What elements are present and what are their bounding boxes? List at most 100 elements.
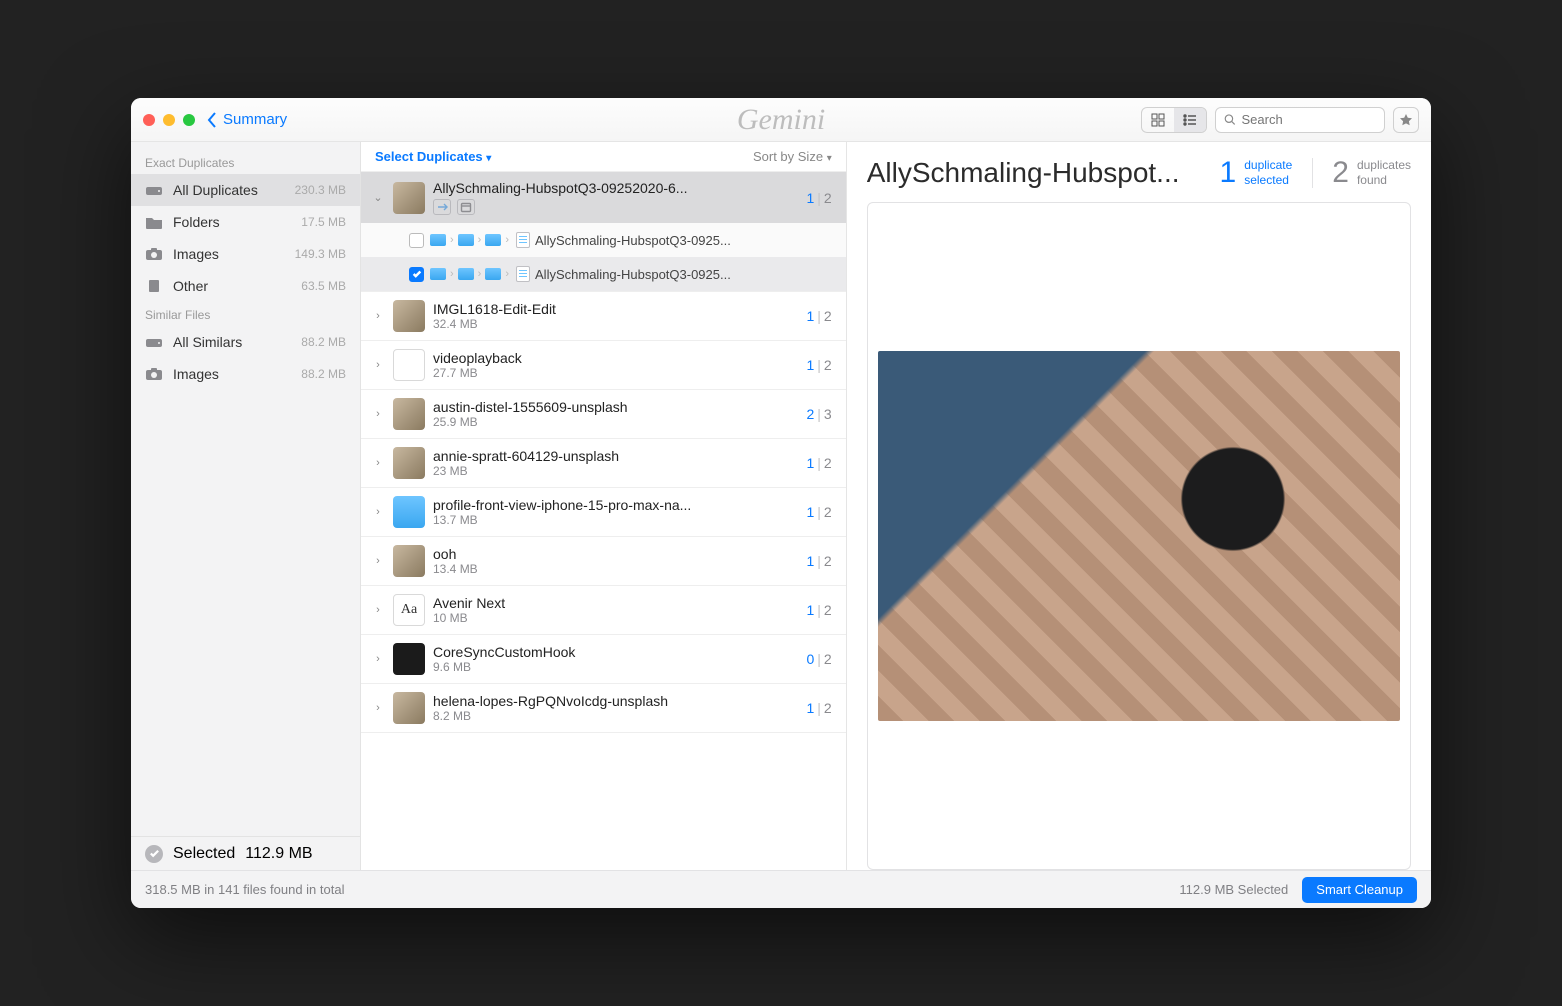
sidebar-section-header: Similar Files	[131, 302, 360, 326]
duplicate-group: ›AaAvenir Next10 MB1|2	[361, 586, 846, 635]
group-thumbnail	[393, 692, 425, 724]
duplicate-group: ›profile-front-view-iphone-15-pro-max-na…	[361, 488, 846, 537]
group-thumbnail	[393, 545, 425, 577]
maximize-window-button[interactable]	[183, 114, 195, 126]
main: Select Duplicates ▾ Sort by Size ▾ ⌄ Ally…	[361, 142, 1431, 870]
group-title: profile-front-view-iphone-15-pro-max-na.…	[433, 497, 798, 513]
sidebar-item-size: 149.3 MB	[295, 247, 346, 261]
duplicate-group: ›CoreSyncCustomHook9.6 MB0|2	[361, 635, 846, 684]
group-thumbnail	[393, 643, 425, 675]
group-size: 23 MB	[433, 464, 798, 478]
duplicate-group-row[interactable]: ›IMGL1618-Edit-Edit32.4 MB1|2	[361, 292, 846, 340]
search-field[interactable]	[1215, 107, 1385, 133]
search-icon	[1224, 113, 1236, 126]
group-count: 1|2	[806, 455, 831, 471]
group-thumbnail	[393, 349, 425, 381]
group-title: annie-spratt-604129-unsplash	[433, 448, 798, 464]
duplicate-group: ›austin-distel-1555609-unsplash25.9 MB2|…	[361, 390, 846, 439]
drive-icon	[145, 333, 163, 351]
folder-icon	[485, 268, 501, 280]
duplicate-group: ›ooh13.4 MB1|2	[361, 537, 846, 586]
body: Exact DuplicatesAll Duplicates230.3 MBFo…	[131, 142, 1431, 870]
grid-view-button[interactable]	[1142, 108, 1174, 132]
group-thumbnail	[393, 398, 425, 430]
file-checkbox[interactable]	[409, 267, 424, 282]
list-icon	[1183, 113, 1197, 127]
group-thumbnail	[393, 182, 425, 214]
group-info: ooh13.4 MB	[433, 546, 798, 576]
sidebar-item-size: 88.2 MB	[301, 335, 346, 349]
view-segmented-control	[1141, 107, 1207, 133]
stat-label: duplicatesfound	[1357, 158, 1411, 188]
duplicate-group-row[interactable]: ›ooh13.4 MB1|2	[361, 537, 846, 585]
group-info: AllySchmaling-HubspotQ3-09252020-6...	[433, 180, 798, 215]
sidebar-item[interactable]: Images88.2 MB	[131, 358, 360, 390]
group-count: 1|2	[806, 308, 831, 324]
file-path-breadcrumb: ›››AllySchmaling-HubspotQ3-0925...	[430, 232, 731, 248]
duplicate-group-row[interactable]: ›CoreSyncCustomHook9.6 MB0|2	[361, 635, 846, 683]
select-duplicates-dropdown[interactable]: Select Duplicates ▾	[375, 149, 491, 164]
disclosure-icon: ⌄	[371, 191, 385, 204]
sidebar-item-label: All Similars	[173, 334, 242, 350]
sidebar-item[interactable]: Images149.3 MB	[131, 238, 360, 270]
sidebar-selected-row[interactable]: Selected 112.9 MB	[131, 836, 360, 870]
close-window-button[interactable]	[143, 114, 155, 126]
app-window: Summary Gemini Exact Duplic	[131, 98, 1431, 908]
file-name: AllySchmaling-HubspotQ3-0925...	[535, 267, 731, 282]
duplicate-group-row[interactable]: ›AaAvenir Next10 MB1|2	[361, 586, 846, 634]
sort-dropdown[interactable]: Sort by Size ▾	[753, 149, 832, 164]
group-size: 10 MB	[433, 611, 798, 625]
sidebar-item-size: 63.5 MB	[301, 279, 346, 293]
footer-selected-text: 112.9 MB Selected	[1179, 882, 1288, 897]
duplicate-file-row[interactable]: ›››AllySchmaling-HubspotQ3-0925...	[361, 223, 846, 257]
duplicate-group-row[interactable]: ›videoplayback27.7 MB1|2	[361, 341, 846, 389]
duplicate-group-row[interactable]: ›helena-lopes-RgPQNvoIcdg-unsplash8.2 MB…	[361, 684, 846, 732]
group-thumbnail: Aa	[393, 594, 425, 626]
camera-icon	[145, 365, 163, 383]
favorite-button[interactable]	[1393, 107, 1419, 133]
footer: 318.5 MB in 141 files found in total 112…	[131, 870, 1431, 908]
group-count: 1|2	[806, 553, 831, 569]
sidebar-item-label: All Duplicates	[173, 182, 258, 198]
list-body[interactable]: ⌄ AllySchmaling-HubspotQ3-09252020-6... 1|…	[361, 172, 846, 870]
duplicate-file-row[interactable]: ›››AllySchmaling-HubspotQ3-0925...	[361, 257, 846, 291]
group-title: IMGL1618-Edit-Edit	[433, 301, 798, 317]
group-title: videoplayback	[433, 350, 798, 366]
duplicate-group-row[interactable]: ›annie-spratt-604129-unsplash23 MB1|2	[361, 439, 846, 487]
group-info: profile-front-view-iphone-15-pro-max-na.…	[433, 497, 798, 527]
sidebar-item-label: Images	[173, 366, 219, 382]
search-input[interactable]	[1242, 112, 1377, 127]
sidebar-item[interactable]: All Similars 88.2 MB	[131, 326, 360, 358]
group-count: 1|2	[806, 602, 831, 618]
duplicate-group-row[interactable]: ›profile-front-view-iphone-15-pro-max-na…	[361, 488, 846, 536]
duplicate-group-row[interactable]: ›austin-distel-1555609-unsplash25.9 MB2|…	[361, 390, 846, 438]
titlebar: Summary Gemini	[131, 98, 1431, 142]
file-checkbox[interactable]	[409, 233, 424, 248]
sidebar: Exact DuplicatesAll Duplicates230.3 MBFo…	[131, 142, 361, 870]
back-button[interactable]: Summary	[207, 111, 287, 128]
sidebar-item[interactable]: All Duplicates230.3 MB	[131, 174, 360, 206]
folder-icon	[430, 234, 446, 246]
folder-icon	[485, 234, 501, 246]
group-size: 32.4 MB	[433, 317, 798, 331]
duplicate-group: ›IMGL1618-Edit-Edit32.4 MB1|2	[361, 292, 846, 341]
group-title: Avenir Next	[433, 595, 798, 611]
group-size: 13.7 MB	[433, 513, 798, 527]
duplicate-group: ⌄AllySchmaling-HubspotQ3-09252020-6...1|…	[361, 172, 846, 292]
smart-cleanup-button[interactable]: Smart Cleanup	[1302, 877, 1417, 903]
disclosure-icon: ›	[371, 702, 385, 714]
group-title: helena-lopes-RgPQNvoIcdg-unsplash	[433, 693, 798, 709]
group-info: IMGL1618-Edit-Edit32.4 MB	[433, 301, 798, 331]
folder-icon	[458, 234, 474, 246]
duplicate-group-row[interactable]: ⌄AllySchmaling-HubspotQ3-09252020-6...1|…	[361, 172, 846, 223]
list-view-button[interactable]	[1174, 108, 1206, 132]
stat-number: 2	[1332, 156, 1349, 190]
disclosure-icon: ›	[371, 359, 385, 371]
minimize-window-button[interactable]	[163, 114, 175, 126]
duplicate-group: ›videoplayback27.7 MB1|2	[361, 341, 846, 390]
sidebar-item[interactable]: Other63.5 MB	[131, 270, 360, 302]
sidebar-item[interactable]: Folders17.5 MB	[131, 206, 360, 238]
file-path-breadcrumb: ›››AllySchmaling-HubspotQ3-0925...	[430, 266, 731, 282]
preview-image	[878, 351, 1400, 721]
sidebar-section-header: Exact Duplicates	[131, 150, 360, 174]
